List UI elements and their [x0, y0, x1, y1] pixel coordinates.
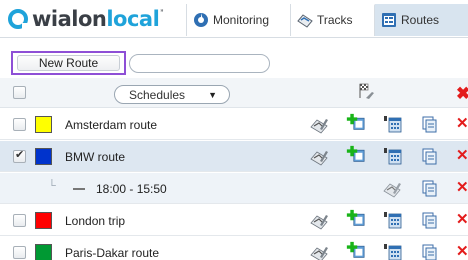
copy-route-icon[interactable]	[420, 211, 439, 230]
select-all-checkbox[interactable]	[13, 86, 26, 99]
copy-route-icon[interactable]	[420, 147, 439, 166]
route-color-swatch[interactable]	[35, 244, 52, 260]
route-name[interactable]: London trip	[65, 214, 125, 228]
route-checkbox[interactable]	[13, 246, 26, 259]
schedule-row[interactable]: └ 18:00 - 15:50 ✕	[0, 173, 468, 204]
delete-all-icon[interactable]: ✖	[456, 84, 468, 103]
route-row[interactable]: Amsterdam route ✕	[0, 109, 468, 140]
route-name[interactable]: Paris-Dakar route	[65, 246, 159, 260]
tab-routes[interactable]: Routes	[374, 4, 468, 36]
edit-route-icon[interactable]	[310, 211, 329, 230]
delete-route-icon[interactable]: ✕	[456, 146, 468, 165]
route-name[interactable]: Amsterdam route	[65, 118, 157, 132]
tab-monitoring[interactable]: Monitoring	[186, 4, 290, 36]
edit-schedule-icon[interactable]	[383, 179, 402, 198]
schedules-dropdown-value: Schedules	[129, 87, 186, 102]
edit-route-icon[interactable]	[310, 147, 329, 166]
routes-icon	[382, 13, 396, 27]
delete-route-icon[interactable]: ✕	[456, 114, 468, 133]
route-row[interactable]: Paris-Dakar route ✕	[0, 237, 468, 260]
copy-schedule-icon[interactable]	[420, 179, 439, 198]
schedules-dropdown[interactable]: Schedules ▼	[114, 85, 230, 104]
route-color-swatch[interactable]	[35, 212, 52, 229]
route-name[interactable]: BMW route	[65, 150, 125, 164]
tab-tracks[interactable]: Tracks	[290, 4, 374, 36]
tab-label: Monitoring	[213, 13, 270, 27]
new-route-button[interactable]: New Route	[11, 51, 126, 75]
copy-route-icon[interactable]	[420, 243, 439, 260]
search-input[interactable]	[129, 54, 270, 73]
schedule-calendar-icon[interactable]	[383, 115, 402, 134]
route-row[interactable]: London trip ✕	[0, 205, 468, 236]
add-schedule-icon[interactable]	[346, 209, 365, 228]
tab-label: Tracks	[317, 13, 353, 27]
edit-route-icon[interactable]	[310, 243, 329, 260]
edit-route-icon[interactable]	[310, 115, 329, 134]
tracks-icon	[297, 14, 313, 28]
toolbar: New Route	[0, 49, 468, 77]
logo-mark: ”	[160, 8, 164, 18]
tab-label: Routes	[401, 13, 440, 27]
delete-schedule-icon[interactable]: ✕	[456, 178, 468, 197]
new-route-label: New Route	[17, 55, 120, 71]
logo-ring-icon	[8, 9, 28, 29]
chevron-down-icon: ▼	[208, 90, 217, 100]
logo-text: wialonlocal	[32, 7, 160, 31]
route-row[interactable]: BMW route ✕	[0, 141, 468, 172]
add-schedule-icon[interactable]	[346, 241, 365, 260]
top-bar: wialonlocal ” Monitoring Tracks Routes	[0, 0, 468, 38]
route-checkbox[interactable]	[13, 148, 26, 163]
list-header: Schedules ▼ ✖	[0, 78, 468, 108]
delete-route-icon[interactable]: ✕	[456, 242, 468, 260]
schedule-calendar-icon[interactable]	[383, 243, 402, 260]
route-color-swatch[interactable]	[35, 116, 52, 133]
tree-branch-icon: └	[48, 180, 56, 192]
route-color-swatch[interactable]	[35, 148, 52, 165]
schedule-dash	[73, 188, 85, 190]
route-checkbox[interactable]	[13, 118, 26, 131]
schedule-time: 18:00 - 15:50	[96, 182, 167, 196]
add-schedule-icon[interactable]	[346, 113, 365, 132]
add-schedule-icon[interactable]	[346, 145, 365, 164]
flag-wrench-icon[interactable]	[357, 82, 376, 101]
schedule-calendar-icon[interactable]	[383, 211, 402, 230]
delete-route-icon[interactable]: ✕	[456, 210, 468, 229]
schedule-calendar-icon[interactable]	[383, 147, 402, 166]
monitoring-icon	[194, 13, 208, 27]
route-checkbox[interactable]	[13, 214, 26, 227]
wialon-local-logo: wialonlocal ”	[8, 6, 186, 32]
copy-route-icon[interactable]	[420, 115, 439, 134]
